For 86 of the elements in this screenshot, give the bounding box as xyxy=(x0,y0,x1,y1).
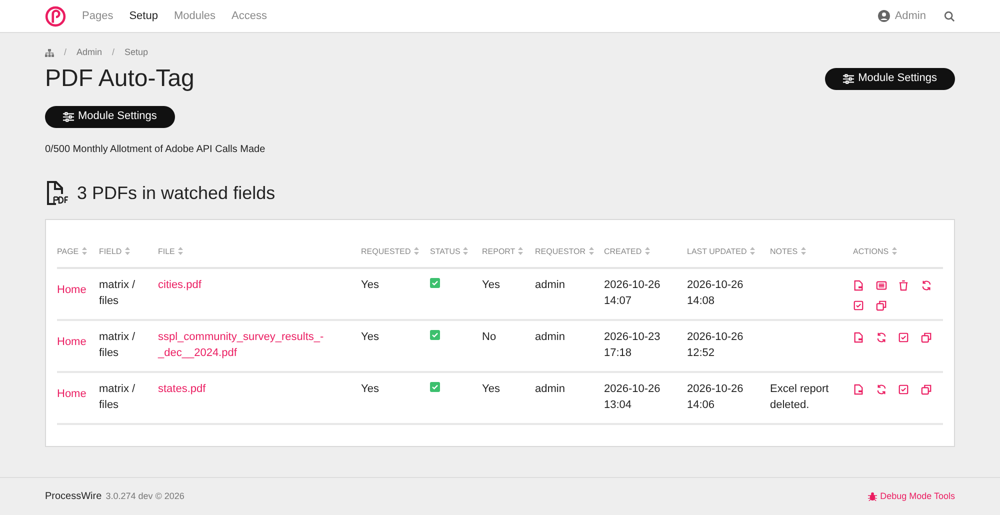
pdf-file-icon xyxy=(45,181,68,205)
checkbox-icon[interactable] xyxy=(853,300,864,310)
column-header[interactable]: NOTES xyxy=(770,246,806,256)
sliders-icon xyxy=(63,112,74,122)
table-cell-text: Yes xyxy=(482,382,501,396)
checkbox-icon[interactable] xyxy=(898,332,909,342)
file-link[interactable]: sspl_community_survey_results_-_dec__2024.pdf xyxy=(158,328,323,360)
table-cell-text: Yes xyxy=(361,330,380,344)
column-header[interactable]: ACTIONS xyxy=(853,246,897,256)
table-cell-text: matrix / files xyxy=(99,278,136,308)
table-cell-text: admin xyxy=(535,278,566,292)
column-header[interactable]: STATUS xyxy=(430,246,468,256)
sort-icon xyxy=(644,247,650,256)
sort-icon xyxy=(463,247,468,256)
section-title: 3 PDFs in watched fields xyxy=(77,182,276,204)
checkbox-icon[interactable] xyxy=(898,384,909,394)
search-icon[interactable] xyxy=(944,10,955,22)
copy-icon[interactable] xyxy=(920,332,932,342)
breadcrumb-separator: / xyxy=(64,46,67,59)
refresh-icon[interactable] xyxy=(876,332,886,342)
file-link[interactable]: states.pdf xyxy=(158,380,323,396)
nav-link[interactable]: Access xyxy=(232,8,267,24)
copy-icon[interactable] xyxy=(876,300,886,310)
sort-icon xyxy=(82,247,87,256)
sitemap-icon[interactable] xyxy=(45,48,54,57)
column-header[interactable]: FILE xyxy=(158,246,183,256)
sort-icon xyxy=(892,247,897,256)
page-link[interactable]: Home xyxy=(57,284,86,296)
column-header[interactable]: REPORT xyxy=(482,246,524,256)
page-link[interactable]: Home xyxy=(57,336,86,348)
footer-brand: ProcessWire xyxy=(45,490,102,504)
table-cell-text: Yes xyxy=(361,382,380,396)
refresh-icon[interactable] xyxy=(920,280,932,290)
pdf-file-icon[interactable] xyxy=(853,384,864,394)
sort-icon xyxy=(800,247,806,256)
delete-icon[interactable] xyxy=(898,280,909,290)
column-header[interactable]: REQUESTED xyxy=(361,246,419,256)
column-header[interactable]: REQUESTOR xyxy=(535,246,594,256)
sort-icon xyxy=(588,247,594,256)
sort-icon xyxy=(124,247,130,256)
copy-icon[interactable] xyxy=(920,384,932,394)
list-icon[interactable] xyxy=(876,280,886,290)
sort-icon xyxy=(518,247,524,256)
table-cell-text: admin xyxy=(535,330,566,344)
debug-tools-link[interactable]: Debug Mode Tools xyxy=(868,490,955,504)
breadcrumb-link[interactable]: Admin xyxy=(76,46,102,60)
footer-version: 3.0.274 dev © 2026 xyxy=(106,490,184,503)
table-cell-text: 2026-10-26 12:52 xyxy=(687,330,744,360)
table-cell-text: 2026-10-23 17:18 xyxy=(604,330,662,360)
user-avatar-icon xyxy=(878,10,890,22)
breadcrumb-separator: / xyxy=(112,46,115,59)
table-cell-text: Excel report deleted. xyxy=(770,382,830,412)
table-cell-text: 2026-10-26 14:06 xyxy=(687,382,744,412)
breadcrumb-link[interactable]: Setup xyxy=(124,46,148,60)
pdf-file-icon[interactable] xyxy=(853,280,864,290)
allotment-text: 0/500 Monthly Allotment of Adobe API Calls Made xyxy=(45,142,266,156)
table-cell-text: 2026-10-26 14:07 xyxy=(604,278,662,308)
file-link[interactable]: cities.pdf xyxy=(158,276,323,292)
table-cell-text: Yes xyxy=(482,278,501,292)
nav-link[interactable]: Modules xyxy=(174,8,216,24)
table-cell-text: admin xyxy=(535,382,566,396)
refresh-icon[interactable] xyxy=(876,384,886,394)
nav-link[interactable]: Setup xyxy=(129,8,158,24)
column-header[interactable]: LAST UPDATED xyxy=(687,246,755,256)
table-cell-text: matrix / files xyxy=(99,382,136,412)
sliders-icon xyxy=(843,74,854,84)
logo-icon[interactable] xyxy=(45,6,66,26)
table-cell-text: matrix / files xyxy=(99,330,136,360)
table-cell-text: 2026-10-26 13:04 xyxy=(604,382,662,412)
table-cell-text: No xyxy=(482,330,498,344)
module-settings-button[interactable]: Module Settings xyxy=(825,68,955,90)
column-header[interactable]: FIELD xyxy=(99,246,130,256)
page-title: PDF Auto-Tag xyxy=(45,64,194,94)
sort-icon xyxy=(178,247,183,256)
page-link[interactable]: Home xyxy=(57,388,86,400)
sort-icon xyxy=(414,247,419,256)
bug-icon xyxy=(868,492,878,501)
table-cell-text: Yes xyxy=(361,278,380,292)
column-header[interactable]: PAGE xyxy=(57,246,87,256)
table-cell-text: 2026-10-26 14:08 xyxy=(687,278,744,308)
module-settings-button[interactable]: Module Settings xyxy=(45,106,175,128)
pdf-file-icon[interactable] xyxy=(853,332,864,342)
column-header[interactable]: CREATED xyxy=(604,246,650,256)
nav-link[interactable]: Pages xyxy=(82,8,114,24)
sort-icon xyxy=(750,247,755,256)
user-link[interactable]: Admin xyxy=(894,8,926,24)
